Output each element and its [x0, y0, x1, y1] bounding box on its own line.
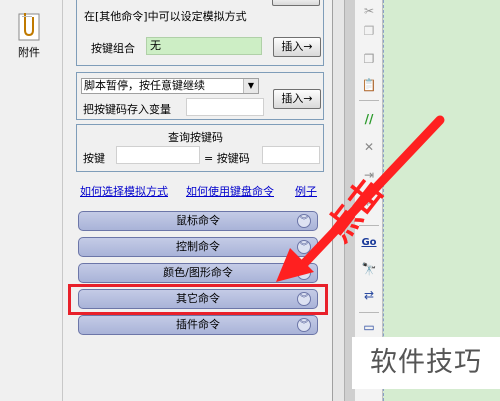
watermark-text: 软件技巧 — [352, 337, 500, 389]
